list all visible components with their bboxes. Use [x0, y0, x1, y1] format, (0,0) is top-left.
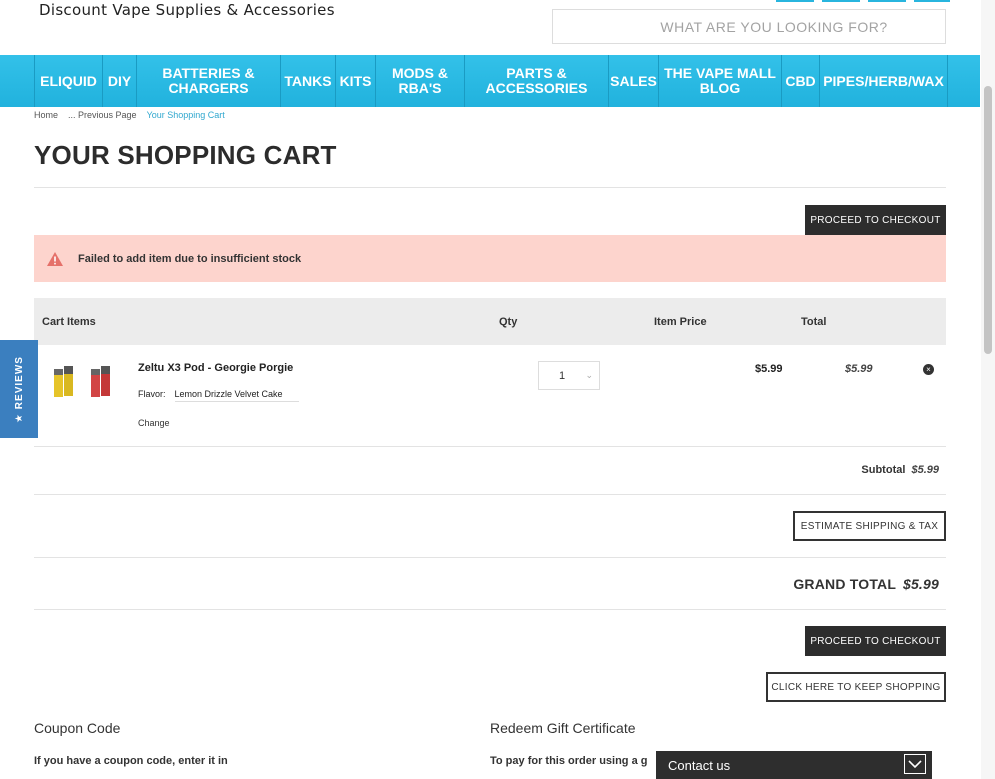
product-thumbnail[interactable]: [52, 363, 76, 399]
contact-label: Contact us: [668, 757, 731, 773]
alert-message: Failed to add item due to insufficient s…: [78, 252, 302, 265]
error-alert: Failed to add item due to insufficient s…: [34, 235, 946, 282]
scrollbar-thumb[interactable]: [984, 86, 992, 354]
divider: [34, 187, 946, 188]
product-thumbnail[interactable]: [89, 363, 113, 399]
nav-item-cbd[interactable]: CBD: [781, 55, 819, 107]
nav-item-diy[interactable]: DIY: [102, 55, 136, 107]
nav-item-mods[interactable]: MODS & RBA'S: [375, 55, 464, 107]
breadcrumb-previous[interactable]: ... Previous Page: [68, 110, 137, 120]
flavor-label: Flavor:: [138, 389, 166, 399]
grand-total-value: $5.99: [902, 576, 939, 592]
header-item-price: Item Price: [654, 316, 707, 328]
nav-item-tanks[interactable]: TANKS: [280, 55, 335, 107]
grand-total: GRAND TOTAL $5.99: [793, 576, 939, 592]
divider: [34, 609, 946, 610]
proceed-to-checkout-button-bottom[interactable]: PROCEED TO CHECKOUT: [805, 626, 946, 656]
nav-item-batteries[interactable]: BATTERIES & CHARGERS: [136, 55, 280, 107]
coupon-code-text: If you have a coupon code, enter it in: [34, 755, 228, 767]
chevron-down-icon: ⌄: [585, 370, 593, 380]
nav-item-pipes[interactable]: PIPES/HERB/WAX: [819, 55, 948, 107]
top-tab[interactable]: [822, 0, 860, 2]
top-tab[interactable]: [776, 0, 814, 2]
divider: [34, 446, 946, 447]
gift-certificate-text: To pay for this order using a g: [490, 755, 648, 767]
subtotal: Subtotal $5.99: [861, 464, 939, 476]
top-tabs: [776, 0, 950, 2]
header-cart-items: Cart Items: [42, 316, 96, 328]
search-box[interactable]: [552, 9, 946, 44]
page-title: YOUR SHOPPING CART: [34, 140, 337, 170]
top-tab[interactable]: [914, 0, 950, 2]
nav-item-sales[interactable]: SALES: [608, 55, 658, 107]
estimate-shipping-button[interactable]: ESTIMATE SHIPPING & TAX: [793, 511, 946, 541]
change-link[interactable]: Change: [138, 418, 170, 428]
contact-us-widget[interactable]: Contact us: [656, 751, 932, 779]
breadcrumb: Home ... Previous Page Your Shopping Car…: [34, 110, 225, 120]
divider: [34, 557, 946, 558]
quantity-select[interactable]: 1 ⌄: [538, 361, 600, 390]
remove-item-icon[interactable]: ×: [923, 364, 934, 375]
cart-table-header: Cart Items Qty Item Price Total: [34, 298, 946, 345]
chevron-down-icon[interactable]: [904, 754, 926, 774]
gift-certificate-title: Redeem Gift Certificate: [490, 720, 636, 736]
header-qty: Qty: [499, 316, 518, 328]
search-input[interactable]: [603, 18, 945, 35]
flavor-value: Lemon Drizzle Velvet Cake: [174, 389, 299, 402]
coupon-code-title: Coupon Code: [34, 720, 121, 736]
nav-item-parts[interactable]: PARTS & ACCESSORIES: [464, 55, 608, 107]
header-total: Total: [801, 316, 827, 328]
keep-shopping-button[interactable]: CLICK HERE TO KEEP SHOPPING: [766, 672, 946, 702]
divider: [34, 494, 946, 495]
nav-item-eliquid[interactable]: ELIQUID: [34, 55, 102, 107]
product-name[interactable]: Zeltu X3 Pod - Georgie Porgie: [138, 362, 293, 374]
item-price: $5.99: [755, 363, 783, 375]
grand-total-label: GRAND TOTAL: [793, 576, 896, 592]
flavor-option: Flavor: Lemon Drizzle Velvet Cake: [138, 389, 299, 402]
item-total: $5.99: [845, 363, 873, 375]
nav-item-blog[interactable]: THE VAPE MALL BLOG: [658, 55, 781, 107]
breadcrumb-current: Your Shopping Cart: [146, 110, 225, 120]
site-tagline: Discount Vape Supplies & Accessories: [39, 1, 335, 19]
quantity-value: 1: [559, 369, 566, 382]
nav-item-kits[interactable]: KITS: [335, 55, 375, 107]
reviews-label: ★ REVIEWS: [13, 355, 25, 423]
subtotal-label: Subtotal: [861, 464, 906, 476]
main-nav: ELIQUID DIY BATTERIES & CHARGERS TANKS K…: [0, 55, 980, 107]
top-tab[interactable]: [868, 0, 906, 2]
proceed-to-checkout-button[interactable]: PROCEED TO CHECKOUT: [805, 205, 946, 235]
warning-triangle-icon: [47, 251, 63, 266]
subtotal-value: $5.99: [911, 464, 939, 476]
breadcrumb-home[interactable]: Home: [34, 110, 58, 120]
scrollbar[interactable]: [981, 0, 995, 779]
reviews-tab[interactable]: ★ REVIEWS: [0, 340, 38, 438]
